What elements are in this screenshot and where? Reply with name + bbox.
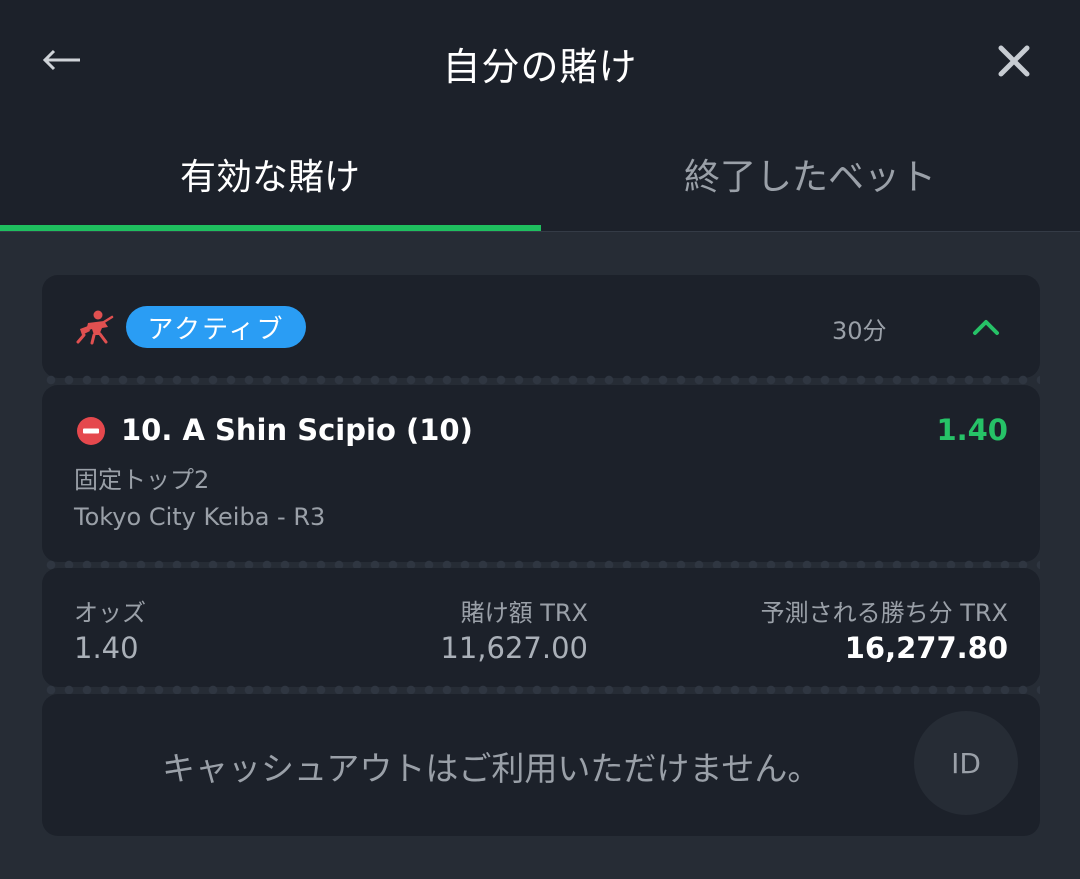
top-bar: 自分の賭け 有効な賭け 終了したベット — [0, 0, 1080, 232]
stop-icon — [77, 417, 105, 445]
status-badge: アクティブ — [126, 306, 306, 348]
odds-value: 1.40 — [74, 631, 139, 665]
event-name: Tokyo City Keiba - R3 — [74, 503, 326, 531]
bet-time: 30分 — [832, 317, 887, 345]
cashout-unavailable-text: キャッシュアウトはご利用いただけません。 — [162, 749, 821, 788]
selection-name: 10. A Shin Scipio (10) — [121, 413, 473, 447]
bet-id-button[interactable]: ID — [914, 711, 1018, 815]
page-title: 自分の賭け — [442, 45, 638, 89]
potential-win-label: 予測される勝ち分 TRX — [760, 599, 1008, 627]
tab-active-bets[interactable]: 有効な賭け — [0, 148, 540, 200]
bet-stats: オッズ 1.40 賭け額 TRX 11,627.00 予測される勝ち分 TRX … — [42, 568, 1040, 687]
cashout-card: キャッシュアウトはご利用いただけません。 ID — [42, 694, 1040, 836]
close-button[interactable] — [990, 40, 1038, 82]
ticket-perforation — [42, 375, 1040, 385]
odds-label: オッズ — [74, 599, 146, 627]
header-divider — [0, 231, 1080, 232]
horse-racing-icon — [76, 310, 114, 345]
bet-status-row: アクティブ 30分 — [42, 275, 1040, 378]
stake-label: 賭け額 TRX — [460, 599, 588, 627]
stake-value: 11,627.00 — [440, 631, 588, 665]
selection-card: 10. A Shin Scipio (10) 1.40 固定トップ2 Tokyo… — [42, 385, 1040, 562]
potential-win-value: 16,277.80 — [844, 631, 1008, 665]
close-icon — [998, 45, 1030, 77]
tab-settled-bets[interactable]: 終了したベット — [540, 148, 1080, 200]
market-name: 固定トップ2 — [74, 466, 210, 494]
chevron-up-icon — [973, 320, 999, 335]
collapse-button[interactable] — [966, 311, 1006, 343]
selection-odds: 1.40 — [936, 413, 1008, 447]
